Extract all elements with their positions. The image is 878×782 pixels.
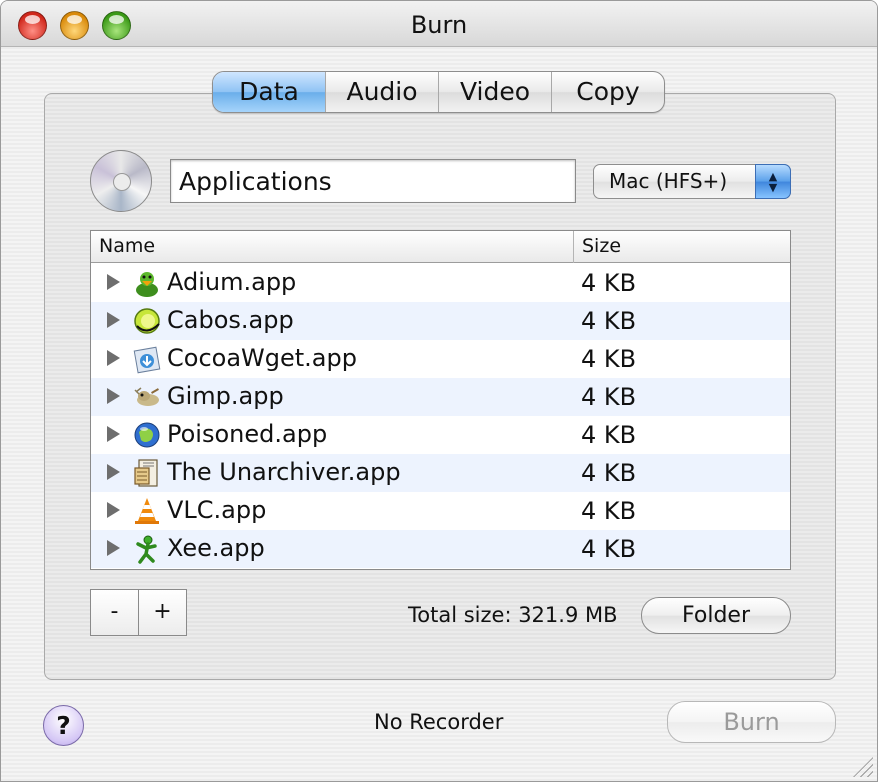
file-size: 4 KB xyxy=(581,383,637,411)
tab-bar: Data Audio Video Copy xyxy=(212,71,665,113)
disclosure-triangle-icon[interactable] xyxy=(107,350,120,366)
unarchiver-archive-icon xyxy=(134,459,158,487)
disclosure-triangle-icon[interactable] xyxy=(107,464,120,480)
table-row[interactable]: VLC.app 4 KB xyxy=(91,492,790,530)
tab-video[interactable]: Video xyxy=(439,72,552,112)
window-title: Burn xyxy=(410,11,468,39)
table-row[interactable]: Xee.app 4 KB xyxy=(91,530,790,568)
table-row[interactable]: Adium.app 4 KB xyxy=(91,264,790,302)
add-remove-buttons: - + xyxy=(90,589,187,636)
file-size: 4 KB xyxy=(581,269,637,297)
cabos-lime-icon xyxy=(134,308,160,334)
disclosure-triangle-icon[interactable] xyxy=(107,502,120,518)
file-table[interactable]: Name Size Adium.app 4 KB Cabos.app 4 KB … xyxy=(90,230,791,570)
table-rows: Adium.app 4 KB Cabos.app 4 KB CocoaWget.… xyxy=(91,264,790,568)
xee-figure-icon xyxy=(136,535,157,564)
file-name: Adium.app xyxy=(167,268,297,296)
resize-grip-icon[interactable] xyxy=(853,757,873,777)
table-header: Name Size xyxy=(91,231,790,263)
tab-data[interactable]: Data xyxy=(213,72,326,112)
disclosure-triangle-icon[interactable] xyxy=(107,388,120,404)
popup-arrows-icon: ▲ ▼ xyxy=(755,164,791,199)
file-size: 4 KB xyxy=(581,307,637,335)
file-size: 4 KB xyxy=(581,345,637,373)
recorder-status: No Recorder xyxy=(374,710,504,734)
filesystem-popup[interactable]: Mac (HFS+) ▲ ▼ xyxy=(593,164,791,199)
adium-duck-icon xyxy=(136,272,158,297)
title-bar[interactable]: Burn xyxy=(1,1,877,47)
file-size: 4 KB xyxy=(581,535,637,563)
burn-button[interactable]: Burn xyxy=(667,701,836,743)
disc-name-field[interactable] xyxy=(170,159,576,203)
disclosure-triangle-icon[interactable] xyxy=(107,540,120,556)
disc-icon xyxy=(90,150,152,212)
file-size: 4 KB xyxy=(581,497,637,525)
table-row[interactable]: CocoaWget.app 4 KB xyxy=(91,340,790,378)
disclosure-triangle-icon[interactable] xyxy=(107,274,120,290)
table-row[interactable]: Cabos.app 4 KB xyxy=(91,302,790,340)
vlc-cone-icon xyxy=(135,498,159,524)
file-name: Xee.app xyxy=(167,534,265,562)
file-name: VLC.app xyxy=(167,496,267,524)
remove-button[interactable]: - xyxy=(91,590,139,635)
total-size-label: Total size: 321.9 MB xyxy=(408,603,618,627)
disclosure-triangle-icon[interactable] xyxy=(107,312,120,328)
cocoawget-download-icon xyxy=(133,346,161,374)
table-row[interactable]: Poisoned.app 4 KB xyxy=(91,416,790,454)
help-button[interactable]: ? xyxy=(43,705,84,746)
file-name: Poisoned.app xyxy=(167,420,328,448)
poisoned-globe-icon xyxy=(134,422,160,448)
file-name: Cabos.app xyxy=(167,306,294,334)
file-size: 4 KB xyxy=(581,421,637,449)
filesystem-selected-label: Mac (HFS+) xyxy=(609,169,728,193)
file-name: The Unarchiver.app xyxy=(167,458,401,486)
column-header-size[interactable]: Size xyxy=(573,231,788,263)
gimp-wilber-icon xyxy=(134,387,159,406)
table-row[interactable]: Gimp.app 4 KB xyxy=(91,378,790,416)
table-row[interactable]: The Unarchiver.app 4 KB xyxy=(91,454,790,492)
disclosure-triangle-icon[interactable] xyxy=(107,426,120,442)
folder-button[interactable]: Folder xyxy=(641,597,791,634)
tab-copy[interactable]: Copy xyxy=(552,72,664,112)
column-header-name[interactable]: Name xyxy=(99,231,569,263)
file-size: 4 KB xyxy=(581,459,637,487)
add-button[interactable]: + xyxy=(139,590,186,635)
burn-window: Burn Data Audio Video Copy Mac (HFS+) ▲▼… xyxy=(0,0,878,782)
file-name: CocoaWget.app xyxy=(167,344,357,372)
tab-audio[interactable]: Audio xyxy=(326,72,439,112)
file-name: Gimp.app xyxy=(167,382,284,410)
